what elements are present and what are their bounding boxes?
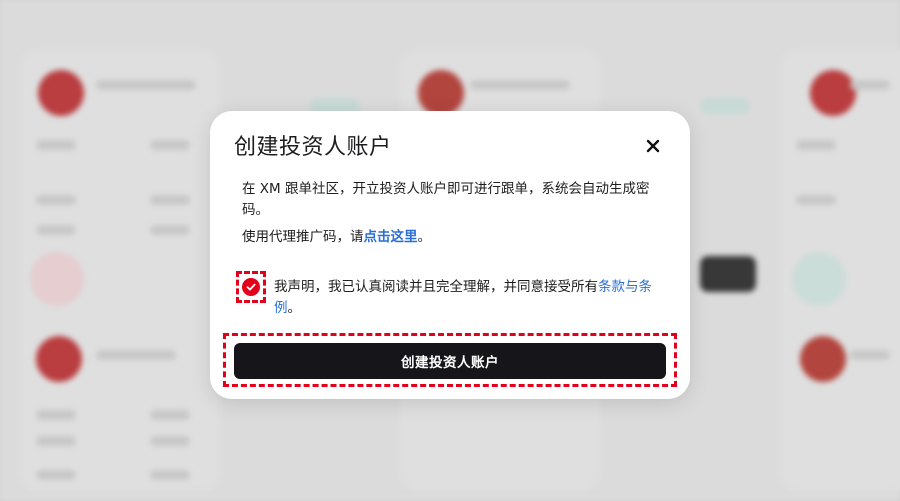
create-investor-account-dialog: 创建投资人账户 在 XM 跟单社区，开立投资人账户即可进行跟单，系统会自动生成密… — [210, 111, 690, 399]
dialog-title: 创建投资人账户 — [234, 135, 392, 160]
agent-code-prefix: 使用代理推广码，请 — [242, 229, 364, 245]
close-icon — [646, 139, 660, 153]
app-screen: 创建投资人账户 在 XM 跟单社区，开立投资人账户即可进行跟单，系统会自动生成密… — [0, 0, 900, 501]
consent-suffix: 。 — [287, 300, 302, 316]
consent-prefix: 我声明，我已认真阅读并且完全理解，并同意接受所有 — [274, 279, 598, 295]
consent-label: 我声明，我已认真阅读并且完全理解，并同意接受所有条款与条例。 — [274, 277, 674, 319]
check-icon — [246, 283, 256, 291]
description-text: 在 XM 跟单社区，开立投资人账户即可进行跟单，系统会自动生成密码。 — [242, 181, 650, 218]
consent-checkbox-checked — [242, 278, 260, 296]
agent-code-link[interactable]: 点击这里 — [364, 229, 418, 245]
dialog-body: 在 XM 跟单社区，开立投资人账户即可进行跟单，系统会自动生成密码。 使用代理推… — [242, 179, 670, 248]
agent-code-suffix: 。 — [417, 229, 432, 245]
agent-code-line: 使用代理推广码，请点击这里。 — [242, 227, 670, 248]
consent-checkbox[interactable] — [236, 271, 266, 303]
create-investor-account-button[interactable]: 创建投资人账户 — [234, 343, 666, 379]
close-button[interactable] — [644, 137, 662, 155]
